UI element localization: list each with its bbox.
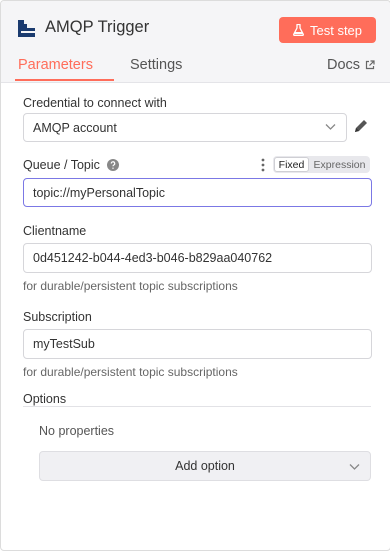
subscription-label: Subscription xyxy=(23,310,92,324)
tab-parameters[interactable]: Parameters xyxy=(18,57,93,73)
mode-fixed-option[interactable]: Fixed xyxy=(274,157,309,172)
test-step-button[interactable]: Test step xyxy=(279,17,376,43)
queue-topic-value: topic://myPersonalTopic xyxy=(33,185,166,200)
add-option-button[interactable]: Add option xyxy=(39,451,371,481)
node-panel: AMQP Trigger Test step Parameters Settin… xyxy=(0,0,390,551)
clientname-label: Clientname xyxy=(23,224,87,238)
queue-label: Queue / Topic xyxy=(23,158,120,172)
clientname-input[interactable]: 0d451242-b044-4ed3-b046-b829aa040762 xyxy=(23,243,372,273)
fixed-expression-toggle: Fixed Expression xyxy=(273,156,370,173)
no-properties-text: No properties xyxy=(39,424,115,438)
subscription-input[interactable]: myTestSub xyxy=(23,329,372,359)
credential-label: Credential to connect with xyxy=(23,96,167,110)
clientname-value: 0d451242-b044-4ed3-b046-b829aa040762 xyxy=(33,251,273,265)
tab-settings[interactable]: Settings xyxy=(130,57,182,73)
chevron-down-icon xyxy=(349,464,360,470)
queue-label-text: Queue / Topic xyxy=(23,158,100,172)
panel-header: AMQP Trigger Test step Parameters Settin… xyxy=(1,1,390,83)
options-divider xyxy=(23,406,371,407)
add-option-label: Add option xyxy=(175,459,235,473)
amqp-node-icon xyxy=(18,20,35,37)
subscription-hint: for durable/persistent topic subscriptio… xyxy=(23,365,238,379)
edit-credential-pencil-icon[interactable] xyxy=(353,118,369,134)
active-tab-indicator xyxy=(15,79,114,81)
clientname-hint: for durable/persistent topic subscriptio… xyxy=(23,279,238,293)
credential-select[interactable]: AMQP account xyxy=(23,113,347,142)
test-step-label: Test step xyxy=(309,22,363,38)
node-title: AMQP Trigger xyxy=(45,18,150,36)
queue-topic-input[interactable]: topic://myPersonalTopic xyxy=(23,178,372,207)
flask-icon xyxy=(293,24,304,36)
docs-link[interactable]: Docs xyxy=(327,57,375,73)
docs-label: Docs xyxy=(327,57,361,73)
help-circle-icon[interactable] xyxy=(107,159,120,171)
external-link-icon xyxy=(365,60,375,70)
subscription-value: myTestSub xyxy=(33,337,95,351)
mode-expression-option[interactable]: Expression xyxy=(309,156,370,173)
credential-value: AMQP account xyxy=(33,120,117,135)
chevron-down-icon xyxy=(325,124,336,130)
options-heading: Options xyxy=(23,392,67,406)
more-options-icon[interactable] xyxy=(260,157,266,173)
